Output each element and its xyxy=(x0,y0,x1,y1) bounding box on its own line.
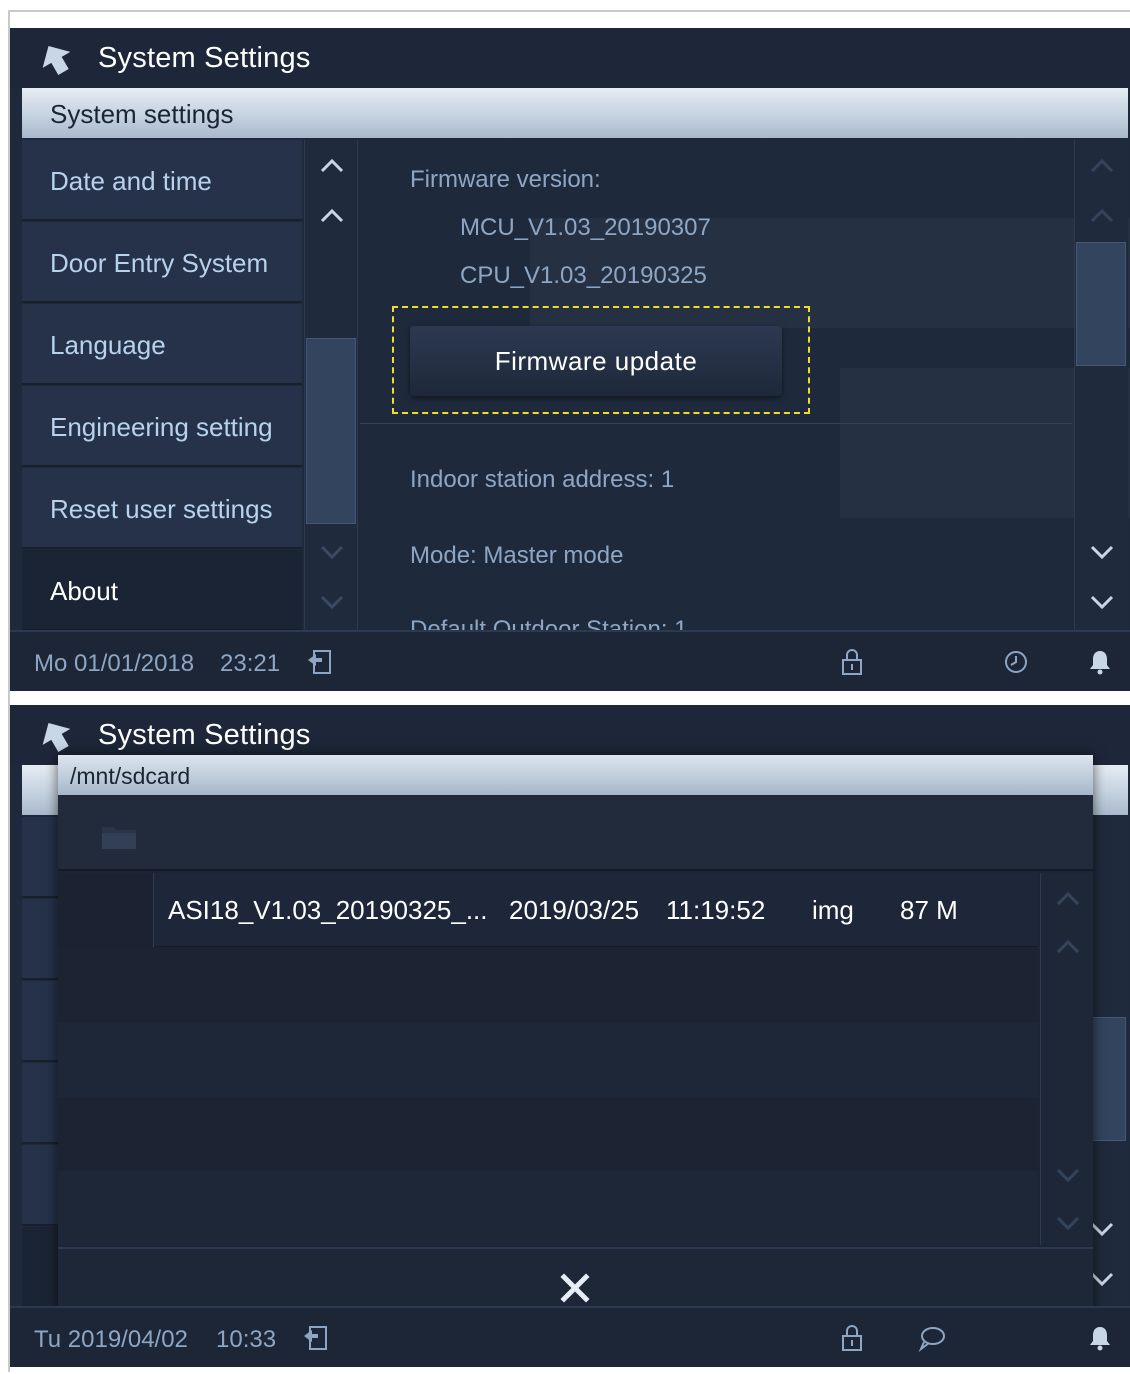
firmware-version-label: Firmware version: xyxy=(410,166,601,193)
file-time: 11:19:52 xyxy=(666,895,766,925)
dialog-header: /mnt/sdcard xyxy=(58,755,1093,795)
file-name: ASI18_V1.03_20190325_... xyxy=(168,895,488,925)
default-outdoor-station: Default Outdoor Station: 1 xyxy=(410,616,688,630)
close-icon[interactable] xyxy=(560,1273,590,1303)
file-row[interactable]: ASI18_V1.03_20190325_... 2019/03/25 11:1… xyxy=(58,873,1038,947)
scrollbar-thumb[interactable] xyxy=(306,338,356,524)
status-time: 23:21 xyxy=(220,650,281,677)
chevron-down-icon[interactable] xyxy=(1089,592,1115,612)
empty-file-row xyxy=(58,949,1038,1023)
empty-file-row xyxy=(58,1023,1038,1097)
chevron-down-icon[interactable] xyxy=(1089,542,1115,562)
status-bar: Tu 2019/04/02 10:33 xyxy=(10,1306,1130,1367)
file-row-select[interactable] xyxy=(58,873,154,947)
chevron-up-icon[interactable] xyxy=(1089,156,1115,176)
title-bar: System Settings xyxy=(10,28,1130,88)
page-title: System Settings xyxy=(98,719,311,751)
sidebar-item-about[interactable]: About xyxy=(22,550,302,631)
exit-icon[interactable] xyxy=(306,648,334,676)
divider xyxy=(360,423,1072,424)
empty-file-row xyxy=(58,1171,1038,1245)
lock-icon[interactable] xyxy=(838,1324,866,1352)
chevron-up-icon[interactable] xyxy=(1055,937,1081,957)
settings-sidebar: Date and time Door Entry System Language… xyxy=(22,140,302,631)
sidebar-item-engineering[interactable]: Engineering setting xyxy=(22,386,302,467)
indoor-address: Indoor station address: 1 xyxy=(410,466,675,493)
page-title: System Settings xyxy=(98,42,311,74)
sidebar-item-label: Date and time xyxy=(50,166,212,196)
bell-icon[interactable] xyxy=(1086,1324,1114,1352)
message-icon[interactable] xyxy=(918,1324,946,1352)
file-type: img xyxy=(812,895,854,925)
content-scrollbar[interactable] xyxy=(1074,140,1128,630)
history-icon[interactable] xyxy=(1002,648,1030,676)
section-header: System settings xyxy=(22,88,1128,138)
chevron-up-icon[interactable] xyxy=(319,156,345,176)
status-time: 10:33 xyxy=(216,1326,277,1353)
file-date: 2019/03/25 xyxy=(509,895,640,925)
status-date: Tu 2019/04/02 xyxy=(34,1326,188,1353)
sidebar-item-date-time[interactable]: Date and time xyxy=(22,140,302,221)
about-content: Firmware version: MCU_V1.03_20190307 CPU… xyxy=(360,140,1072,630)
file-list: ASI18_V1.03_20190325_... 2019/03/25 11:1… xyxy=(58,873,1038,1245)
file-browser-dialog: /mnt/sdcard ASI18_V1.03_20190325_... 201… xyxy=(58,755,1093,1318)
file-list-scrollbar[interactable] xyxy=(1040,873,1093,1245)
sidebar-scrollbar[interactable] xyxy=(304,140,358,630)
back-arrow-icon[interactable] xyxy=(38,42,74,76)
sidebar-item-label: Language xyxy=(50,330,166,360)
back-arrow-icon[interactable] xyxy=(38,719,74,753)
bell-icon[interactable] xyxy=(1086,648,1114,676)
folder-up-icon[interactable] xyxy=(100,821,138,851)
mode-value: Mode: Master mode xyxy=(410,542,624,569)
chevron-down-icon[interactable] xyxy=(319,542,345,562)
mcu-version: MCU_V1.03_20190307 xyxy=(460,214,711,241)
section-header-label: System settings xyxy=(50,99,234,129)
sidebar-item-door-entry[interactable]: Door Entry System xyxy=(22,222,302,303)
sidebar-item-label: Reset user settings xyxy=(50,494,273,524)
dialog-toolbar xyxy=(58,795,1093,871)
chevron-up-icon[interactable] xyxy=(1055,889,1081,909)
exit-icon[interactable] xyxy=(302,1324,330,1352)
settings-screen-file-browser: System Settings /mnt/sdcard ASI18_V1.03_… xyxy=(10,705,1130,1367)
current-path: /mnt/sdcard xyxy=(70,763,191,789)
sidebar-item-reset[interactable]: Reset user settings xyxy=(22,468,302,549)
chevron-up-icon[interactable] xyxy=(319,206,345,226)
sidebar-item-label: Engineering setting xyxy=(50,412,273,442)
status-date: Mo 01/01/2018 xyxy=(34,650,195,677)
sidebar-item-label: About xyxy=(50,576,118,606)
lock-icon[interactable] xyxy=(838,648,866,676)
chevron-down-icon[interactable] xyxy=(1055,1213,1081,1233)
cpu-version: CPU_V1.03_20190325 xyxy=(460,262,707,289)
sidebar-item-language[interactable]: Language xyxy=(22,304,302,385)
chevron-down-icon[interactable] xyxy=(1055,1165,1081,1185)
firmware-update-button[interactable]: Firmware update xyxy=(410,326,782,396)
chevron-up-icon[interactable] xyxy=(1089,206,1115,226)
status-bar: Mo 01/01/2018 23:21 xyxy=(10,630,1130,691)
chevron-down-icon[interactable] xyxy=(319,592,345,612)
sidebar-item-label: Door Entry System xyxy=(50,248,269,278)
scrollbar-thumb[interactable] xyxy=(1076,242,1126,366)
settings-screen-about: System Settings System settings Date and… xyxy=(10,28,1130,691)
firmware-update-label: Firmware update xyxy=(494,346,698,376)
empty-file-row xyxy=(58,1097,1038,1171)
file-size: 87 M xyxy=(900,895,958,925)
